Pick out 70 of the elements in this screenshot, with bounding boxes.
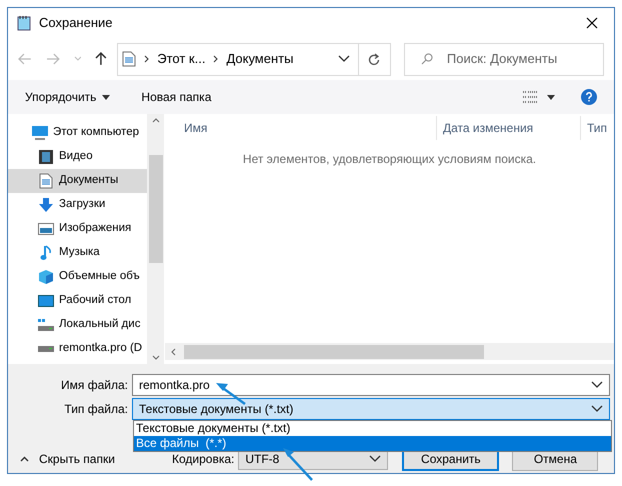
forward-arrow-icon[interactable] <box>46 53 60 65</box>
sidebar-item[interactable]: Рабочий стол <box>8 289 147 313</box>
annotation-arrow <box>283 448 313 481</box>
organize-button[interactable]: Упорядочить <box>25 88 110 106</box>
details-view-icon <box>523 91 537 103</box>
hide-folders-button[interactable]: Скрыть папки <box>20 450 134 468</box>
breadcrumb-item[interactable]: Документы <box>226 49 294 69</box>
sidebar-item[interactable]: Видео <box>8 145 147 169</box>
caret-up-icon <box>20 456 29 462</box>
scroll-down-icon <box>152 355 160 360</box>
history-caret-icon <box>338 55 350 63</box>
dropdown-option[interactable]: Все файлы (*.*) <box>134 436 611 451</box>
column-header[interactable]: Дата изменения <box>437 116 581 140</box>
up-arrow-icon[interactable] <box>95 52 108 66</box>
document-icon <box>122 51 136 67</box>
window-title: Сохранение <box>39 14 113 32</box>
sidebar-item[interactable]: Объемные объ <box>8 265 147 289</box>
sidebar-item[interactable]: Этот компьютер <box>8 121 147 145</box>
field-label: Имя файла: <box>60 377 129 394</box>
scrollbar-thumb[interactable] <box>184 344 484 358</box>
refresh-icon <box>368 52 380 66</box>
help-button[interactable] <box>581 89 597 105</box>
close-icon <box>586 17 598 29</box>
file-name-field[interactable]: remontka.pro <box>132 374 610 396</box>
sidebar-scrollbar[interactable] <box>147 114 164 364</box>
document-icon <box>39 173 53 189</box>
field-label: Кодировка: <box>172 451 234 468</box>
music-note-icon <box>40 245 52 261</box>
breadcrumb-chevron-icon <box>213 55 218 63</box>
empty-message: Нет элементов, удовлетворяющих условиям поиска. <box>242 151 536 168</box>
file-type-select[interactable]: Текстовые документы (*.txt) <box>132 398 610 420</box>
sidebar-item[interactable]: Загрузки <box>8 193 147 217</box>
question-mark-icon <box>586 92 592 102</box>
new-folder-button[interactable]: Новая папка <box>141 88 212 106</box>
column-header[interactable]: Имя <box>165 116 437 140</box>
sidebar-item[interactable]: remontka.pro (D <box>8 337 147 361</box>
image-icon <box>38 222 54 236</box>
caret-down-icon <box>547 94 555 100</box>
sidebar-item[interactable]: Изображения <box>8 217 147 241</box>
drive-icon <box>37 345 55 353</box>
scrollbar-thumb[interactable] <box>148 155 162 263</box>
horizontal-scrollbar[interactable] <box>165 343 614 360</box>
down-arrow-icon <box>38 197 54 213</box>
search-icon <box>420 53 433 65</box>
dropdown-caret-icon <box>591 405 603 413</box>
cube-icon <box>38 269 54 285</box>
notepad-icon <box>16 15 32 31</box>
sidebar-item[interactable]: Музыка <box>8 241 147 265</box>
system-disk-icon <box>37 318 55 332</box>
sidebar-item[interactable]: Локальный дис <box>8 313 147 337</box>
back-arrow-icon[interactable] <box>18 53 32 65</box>
scroll-left-icon <box>171 348 176 356</box>
scroll-up-icon <box>152 118 160 123</box>
field-label: Тип файла: <box>63 401 129 418</box>
dropdown-caret-icon <box>369 455 382 463</box>
column-header[interactable]: Тип <box>581 116 608 140</box>
breadcrumb-item[interactable]: Этот к... <box>157 49 206 69</box>
dropdown-caret-icon <box>591 381 603 389</box>
caret-down-icon <box>102 94 110 100</box>
view-options-button[interactable] <box>523 91 555 103</box>
film-icon <box>38 149 54 165</box>
recent-caret-icon[interactable] <box>74 56 82 62</box>
sidebar-item[interactable]: Документы <box>8 169 147 193</box>
annotation-arrow <box>216 383 246 406</box>
monitor-icon <box>31 125 49 141</box>
address-bar[interactable]: Этот к... Документы <box>117 42 391 76</box>
dropdown-option[interactable]: Текстовые документы (*.txt) <box>134 421 611 436</box>
search-field[interactable]: Поиск: Документы <box>404 42 604 76</box>
desktop-icon <box>38 294 54 308</box>
breadcrumb-chevron-icon <box>144 55 150 63</box>
